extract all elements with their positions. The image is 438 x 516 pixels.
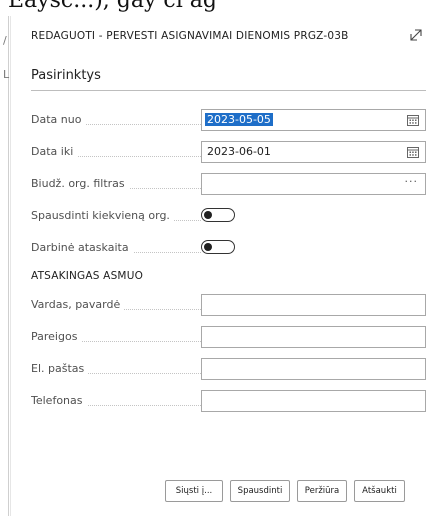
working-report-row: Darbinė ataskaita (31, 237, 427, 259)
phone-row: Telefonas (31, 390, 427, 412)
phone-field[interactable] (201, 390, 426, 412)
report-request-dialog: REDAGUOTI - PERVESTI ASIGNAVIMAI DIENOMI… (10, 16, 438, 516)
background-page-edge: / L (0, 16, 9, 516)
email-field[interactable] (201, 358, 426, 380)
print-each-org-row: Spausdinti kiekvieną org. (31, 205, 427, 227)
send-to-button[interactable]: Siųsti į... (165, 480, 223, 502)
print-each-org-label: Spausdinti kiekvieną org. (31, 209, 201, 225)
date-from-label: Data nuo (31, 113, 201, 129)
email-row: El. paštas (31, 358, 427, 380)
dialog-title: REDAGUOTI - PERVESTI ASIGNAVIMAI DIENOMI… (31, 30, 349, 42)
position-label: Pareigos (31, 330, 201, 346)
date-from-field[interactable]: 2023-05-05 (201, 109, 426, 131)
toggle-knob (204, 243, 212, 251)
section-title: Pasirinktys (31, 68, 101, 83)
calendar-icon[interactable] (407, 114, 419, 126)
position-field[interactable] (201, 326, 426, 348)
background-edge-mark: / (3, 34, 7, 47)
name-label: Vardas, pavardė (31, 298, 201, 314)
name-field[interactable] (201, 294, 426, 316)
background-page-strip: Eaysc...), gay ci ag (0, 0, 438, 16)
email-label: El. paštas (31, 362, 201, 378)
date-from-value: 2023-05-05 (205, 113, 273, 126)
print-button[interactable]: Spausdinti (230, 480, 290, 502)
phone-label: Telefonas (31, 394, 201, 410)
date-to-value: 2023-06-01 (207, 145, 271, 158)
date-to-field[interactable]: 2023-06-01 (201, 141, 426, 163)
expand-icon[interactable] (405, 24, 427, 46)
calendar-icon[interactable] (407, 146, 419, 158)
cancel-button[interactable]: Atšaukti (354, 480, 405, 502)
ellipsis-icon[interactable]: ··· (405, 175, 419, 188)
date-from-row: Data nuo 2023-05-05 (31, 109, 427, 131)
budget-org-filter-label: Biudž. org. filtras (31, 177, 201, 193)
name-row: Vardas, pavardė (31, 294, 427, 316)
working-report-toggle[interactable] (201, 240, 235, 254)
position-row: Pareigos (31, 326, 427, 348)
date-to-label: Data iki (31, 145, 201, 161)
background-text: Eaysc...), gay ci ag (8, 0, 217, 13)
budget-org-filter-row: Biudž. org. filtras ··· (31, 173, 427, 195)
preview-button[interactable]: Peržiūra (297, 480, 347, 502)
print-each-org-toggle[interactable] (201, 208, 235, 222)
date-to-row: Data iki 2023-06-01 (31, 141, 427, 163)
toggle-knob (204, 211, 212, 219)
background-edge-mark: L (3, 68, 10, 81)
responsible-person-heading: ATSAKINGAS ASMUO (31, 270, 144, 282)
working-report-label: Darbinė ataskaita (31, 241, 201, 257)
section-divider (31, 90, 426, 91)
budget-org-filter-field[interactable]: ··· (201, 173, 426, 195)
